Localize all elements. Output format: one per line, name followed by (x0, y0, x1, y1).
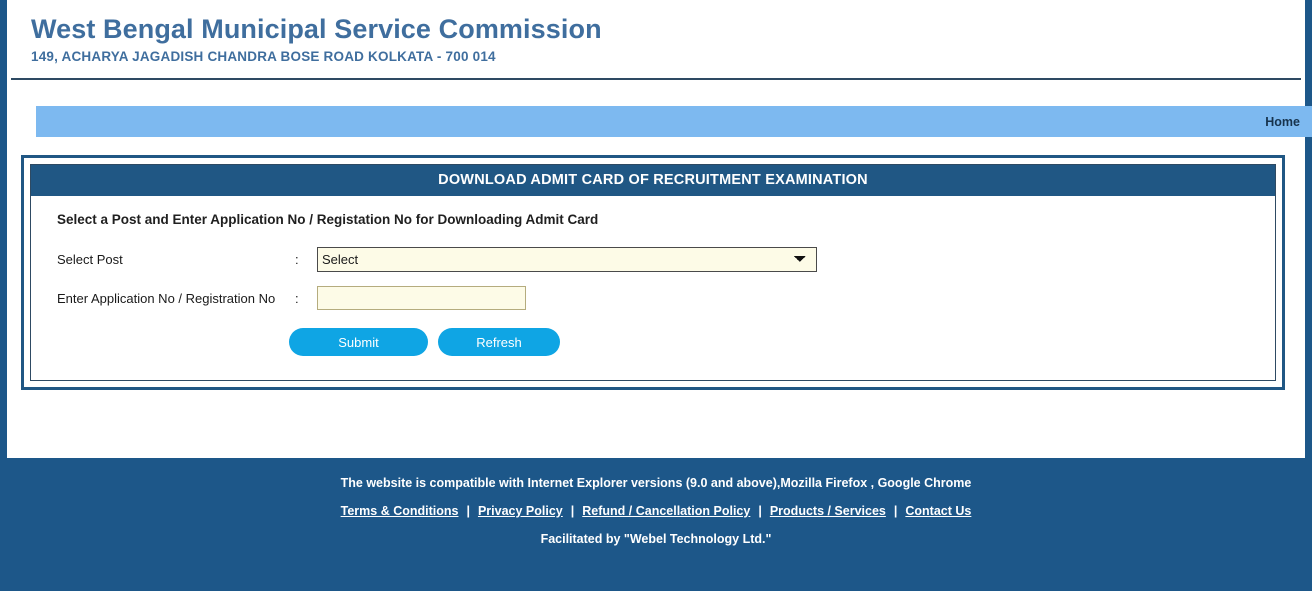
footer-link[interactable]: Privacy Policy (478, 504, 563, 518)
footer-link[interactable]: Products / Services (770, 504, 886, 518)
page-frame: West Bengal Municipal Service Commission… (0, 0, 1312, 591)
footer-links: Terms & Conditions | Privacy Policy | Refund… (0, 504, 1312, 518)
footer-link[interactable]: Refund / Cancellation Policy (582, 504, 750, 518)
nav-item-home[interactable]: Home (1265, 115, 1312, 129)
select-post-dropdown[interactable]: Select (317, 247, 817, 273)
facilitated-by-text: Facilitated by "Webel Technology Ltd." (540, 532, 772, 546)
select-post-colon: : (295, 252, 299, 268)
footer-link-separator: | (466, 504, 470, 518)
select-post-label: Select Post (57, 252, 123, 268)
site-header: West Bengal Municipal Service Commission… (7, 0, 1305, 65)
form-actions: Submit Refresh (57, 328, 1275, 357)
footer-link[interactable]: Contact Us (905, 504, 971, 518)
footer-link[interactable]: Terms & Conditions (341, 504, 459, 518)
panel-title: DOWNLOAD ADMIT CARD OF RECRUITMENT EXAMI… (31, 165, 1275, 197)
form-row-select-post: Select Post : Select (57, 247, 1275, 273)
site-footer: The website is compatible with Internet … (0, 458, 1312, 591)
navbar-wrapper: Home (7, 80, 1312, 138)
footer-link-separator: | (570, 504, 575, 518)
application-no-colon: : (295, 290, 299, 306)
form-instruction: Select a Post and Enter Application No /… (57, 212, 599, 228)
page-title: West Bengal Municipal Service Commission (31, 14, 602, 44)
footer-link-separator: | (758, 504, 762, 518)
admit-card-form: Select a Post and Enter Application No /… (31, 196, 1275, 380)
admit-card-card: DOWNLOAD ADMIT CARD OF RECRUITMENT EXAMI… (30, 164, 1276, 382)
admit-card-panel: DOWNLOAD ADMIT CARD OF RECRUITMENT EXAMI… (21, 155, 1285, 391)
organization-address: 149, ACHARYA JAGADISH CHANDRA BOSE ROAD … (31, 49, 496, 65)
submit-button[interactable]: Submit (289, 328, 428, 357)
refresh-button[interactable]: Refresh (438, 328, 560, 357)
form-row-application-no: Enter Application No / Registration No : (57, 286, 1275, 311)
main-navbar: Home (36, 106, 1312, 138)
footer-link-separator: | (893, 504, 898, 518)
application-no-input[interactable] (317, 286, 526, 311)
browser-compatibility-text: The website is compatible with Internet … (340, 476, 972, 490)
application-no-label: Enter Application No / Registration No (57, 290, 276, 306)
